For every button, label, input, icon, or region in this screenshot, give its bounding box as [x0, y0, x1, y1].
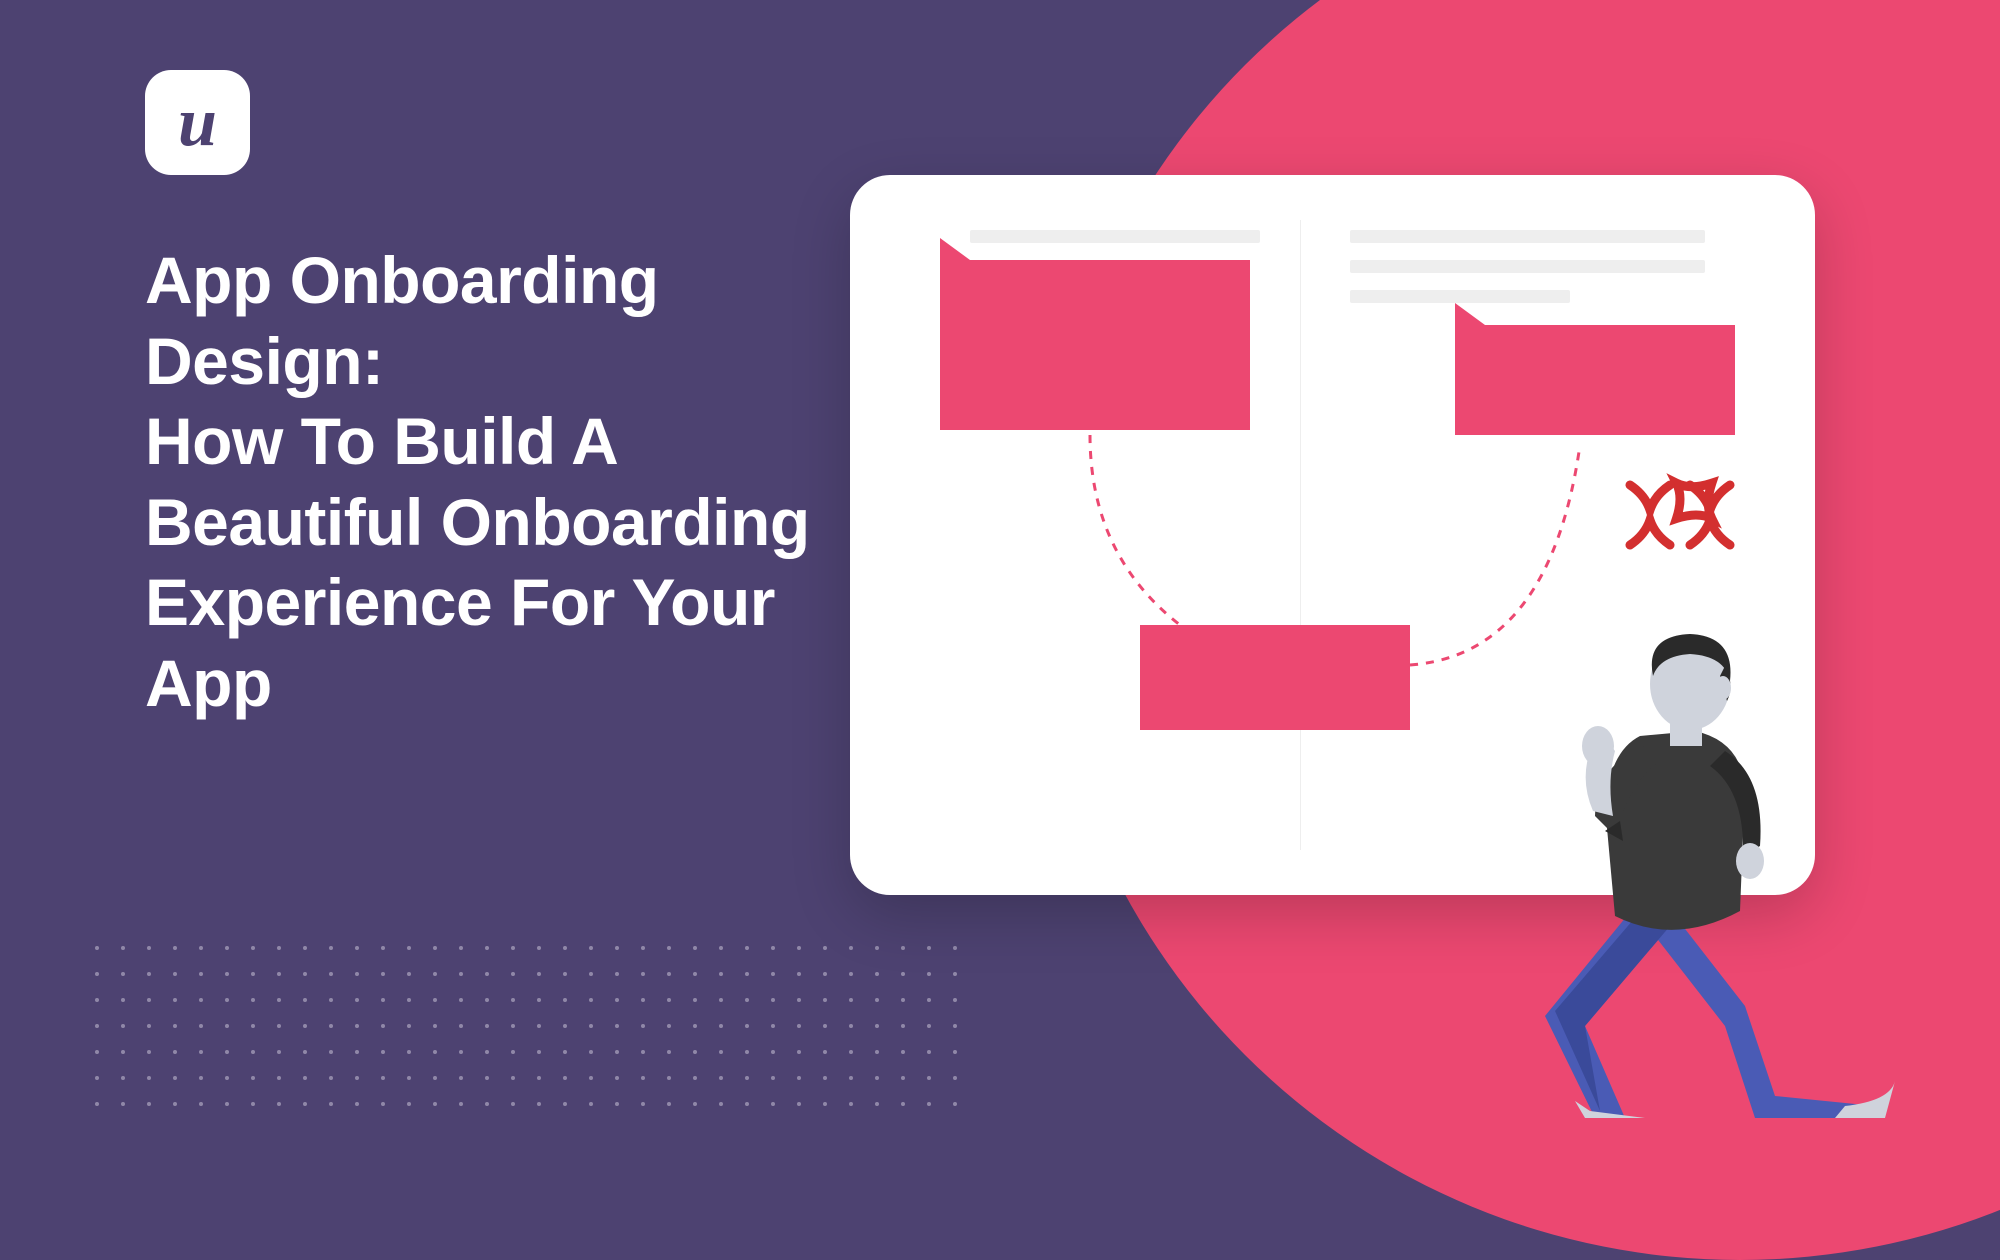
frustration-icon — [1620, 455, 1740, 575]
tooltip-box — [940, 260, 1250, 430]
placeholder-line — [1350, 290, 1570, 303]
logo-letter: u — [178, 83, 217, 163]
placeholder-line — [970, 230, 1260, 243]
tooltip-box — [1455, 325, 1735, 435]
dot-pattern-decoration — [0, 946, 960, 1126]
tooltip-pointer — [940, 238, 970, 260]
tooltip-box — [1140, 625, 1410, 730]
placeholder-line — [1350, 230, 1705, 243]
placeholder-line — [1350, 260, 1705, 273]
tooltip-pointer — [1455, 303, 1485, 325]
headline-text: App Onboarding Design: How To Build A Be… — [145, 240, 845, 723]
frustrated-person-illustration — [1495, 606, 1915, 1126]
brand-logo: u — [145, 70, 250, 175]
card-vertical-divider — [1300, 220, 1301, 850]
